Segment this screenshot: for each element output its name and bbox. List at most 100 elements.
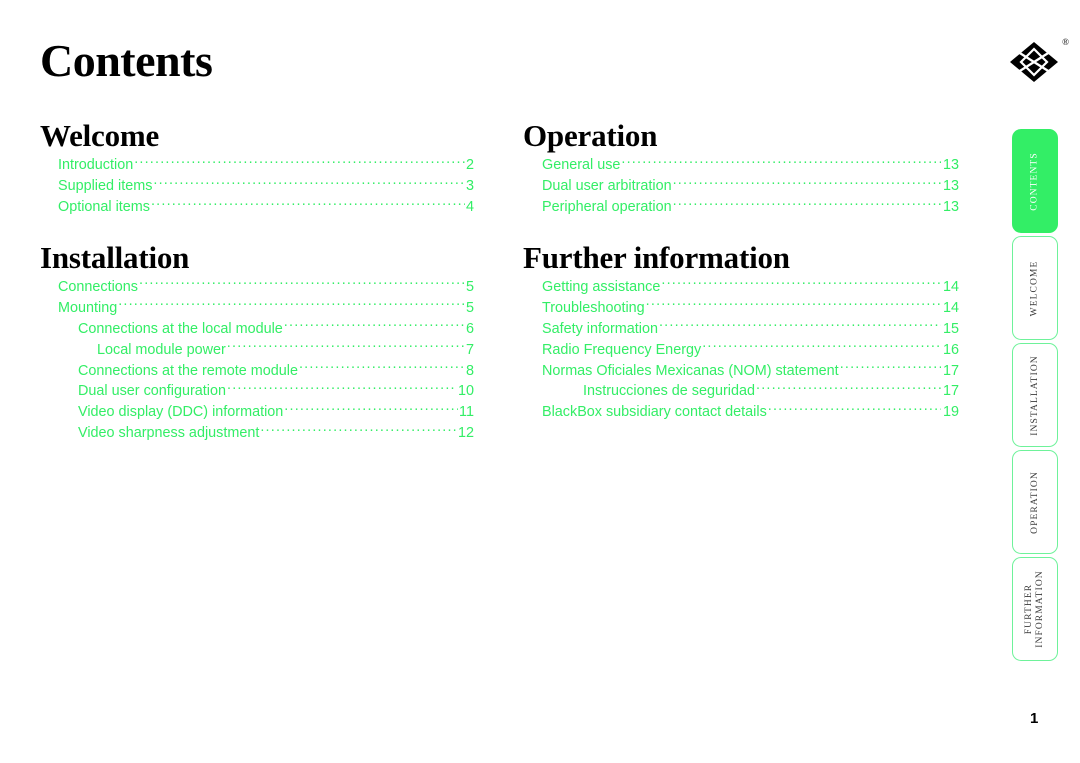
toc-leader-dots — [659, 318, 941, 332]
toc-entry[interactable]: General use 13 — [523, 155, 959, 176]
toc-entry[interactable]: Peripheral operation 13 — [523, 197, 959, 218]
side-tab-strip: CONTENTS WELCOME INSTALLATION OPERATION FURT… — [1012, 129, 1058, 664]
toc-entry-label: Instrucciones de seguridad — [583, 383, 755, 400]
side-tab-label: OPERATION — [1029, 470, 1040, 534]
side-tab-label: WELCOME — [1029, 260, 1040, 316]
toc-entry-page-number: 5 — [465, 278, 474, 295]
toc-entry[interactable]: Video sharpness adjustment 12 — [40, 423, 474, 444]
toc-entry-label: Connections at the local module — [78, 320, 283, 337]
toc-entry[interactable]: Connections 5 — [40, 277, 474, 298]
toc-leader-dots — [153, 176, 465, 190]
toc-leader-dots — [118, 297, 465, 311]
toc-section: OperationGeneral use13Dual user arbitrat… — [523, 118, 959, 218]
toc-entry-page-number: 4 — [465, 199, 474, 216]
toc-entry-label: Video sharpness adjustment — [78, 425, 260, 442]
side-tab-label: CONTENTS — [1029, 151, 1040, 211]
toc-entry[interactable]: Local module power 7 — [40, 339, 474, 360]
toc-entry-page-number: 17 — [942, 362, 959, 379]
side-tab-operation[interactable]: OPERATION — [1012, 450, 1058, 554]
toc-leader-dots — [621, 155, 941, 169]
toc-leader-dots — [673, 197, 941, 211]
toc-entry-label: BlackBox subsidiary contact details — [542, 404, 767, 421]
toc-entry-page-number: 2 — [465, 157, 474, 174]
side-tab-further-information[interactable]: FURTHER INFORMATION — [1012, 557, 1058, 661]
toc-entry-page-number: 14 — [942, 278, 959, 295]
toc-entry[interactable]: Introduction 2 — [40, 155, 474, 176]
page-number: 1 — [1030, 710, 1039, 727]
toc-entry-label: Troubleshooting — [542, 299, 645, 316]
black-box-diamond-logo — [1010, 42, 1058, 82]
toc-entry-label: Connections — [58, 278, 138, 295]
toc-leader-dots — [673, 176, 941, 190]
toc-leader-dots — [151, 197, 465, 211]
toc-section: Welcome Introduction 2 Supplied items 3 Optio… — [40, 118, 474, 218]
toc-leader-dots — [284, 402, 458, 416]
toc-entry-page-number: 11 — [459, 404, 474, 421]
toc-entry-label: Safety information — [542, 320, 658, 337]
toc-entry[interactable]: Supplied items 3 — [40, 176, 474, 197]
side-tab-label: INSTALLATION — [1029, 354, 1040, 436]
brand-logo: ® — [1007, 38, 1069, 90]
toc-entry-page-number: 12 — [457, 425, 474, 442]
toc-entry[interactable]: Radio Frequency Energy 16 — [523, 339, 959, 360]
toc-entry-label: Getting assistance — [542, 278, 661, 295]
toc-entry-page-number: 6 — [465, 320, 474, 337]
toc-entry-label: Local module power — [97, 341, 226, 358]
toc-entry[interactable]: Connections at the remote module 8 — [40, 360, 474, 381]
toc-entry[interactable]: Troubleshooting 14 — [523, 297, 959, 318]
toc-leader-dots — [756, 381, 941, 395]
toc-section-heading: Further information — [523, 239, 790, 275]
toc-entry-label: Dual user configuration — [78, 383, 226, 400]
toc-entry-label: Normas Oficiales Mexicanas (NOM) stateme… — [542, 362, 839, 379]
toc-leader-dots — [646, 297, 941, 311]
toc-entry-label: Radio Frequency Energy — [542, 341, 702, 358]
toc-entry-label: Video display (DDC) information — [78, 404, 284, 421]
toc-entry-label: Peripheral operation — [542, 199, 672, 216]
toc-leader-dots — [840, 360, 941, 374]
toc-entry-page-number: 5 — [465, 299, 474, 316]
toc-entry-page-number: 14 — [942, 299, 959, 316]
toc-entry-label: Mounting — [58, 299, 118, 316]
toc-entry-page-number: 13 — [942, 178, 959, 195]
side-tab-contents[interactable]: CONTENTS — [1012, 129, 1058, 233]
toc-entry[interactable]: Connections at the local module 6 — [40, 318, 474, 339]
toc-leader-dots — [702, 339, 941, 353]
toc-entry-page-number: 15 — [942, 320, 959, 337]
toc-entry[interactable]: Video display (DDC) information 11 — [40, 402, 474, 423]
toc-entry-page-number: 13 — [942, 157, 959, 174]
toc-leader-dots — [134, 155, 465, 169]
toc-entry-page-number: 19 — [942, 404, 959, 421]
toc-entry-page-number: 13 — [942, 199, 959, 216]
toc-entry-label: Optional items — [58, 199, 150, 216]
page-title: Contents — [40, 35, 213, 86]
toc-entry-page-number: 8 — [465, 362, 474, 379]
toc-leader-dots — [260, 423, 457, 437]
toc-entry[interactable]: BlackBox subsidiary contact details 19 — [523, 402, 959, 423]
toc-leader-dots — [227, 339, 465, 353]
toc-section: Further informationGetting assistance14T… — [523, 240, 959, 423]
side-tab-welcome[interactable]: WELCOME — [1012, 236, 1058, 340]
toc-entry-label: Supplied items — [58, 178, 153, 195]
toc-entry[interactable]: Normas Oficiales Mexicanas (NOM) stateme… — [523, 360, 959, 381]
toc-entry-label: Connections at the remote module — [78, 362, 298, 379]
toc-entry[interactable]: Dual user arbitration 13 — [523, 176, 959, 197]
toc-entry-label: Dual user arbitration — [542, 178, 672, 195]
side-tab-label: FURTHER INFORMATION — [1024, 570, 1045, 648]
toc-entry-page-number: 17 — [942, 383, 959, 400]
toc-entry[interactable]: Instrucciones de seguridad 17 — [523, 381, 959, 402]
toc-entry-page-number: 10 — [457, 383, 474, 400]
toc-entry[interactable]: Getting assistance 14 — [523, 277, 959, 298]
toc-leader-dots — [299, 360, 465, 374]
toc-leader-dots — [661, 277, 941, 291]
toc-section-heading: Installation — [40, 239, 190, 275]
toc-entry-page-number: 7 — [465, 341, 474, 358]
toc-entry-page-number: 3 — [465, 178, 474, 195]
toc-entry[interactable]: Optional items 4 — [40, 197, 474, 218]
side-tab-installation[interactable]: INSTALLATION — [1012, 343, 1058, 447]
toc-section: InstallationConnections5Mounting5Connect… — [40, 240, 474, 444]
toc-leader-dots — [227, 381, 457, 395]
toc-entry[interactable]: Dual user configuration 10 — [40, 381, 474, 402]
toc-entry-page-number: 16 — [942, 341, 959, 358]
toc-entry[interactable]: Mounting 5 — [40, 297, 474, 318]
toc-entry[interactable]: Safety information 15 — [523, 318, 959, 339]
